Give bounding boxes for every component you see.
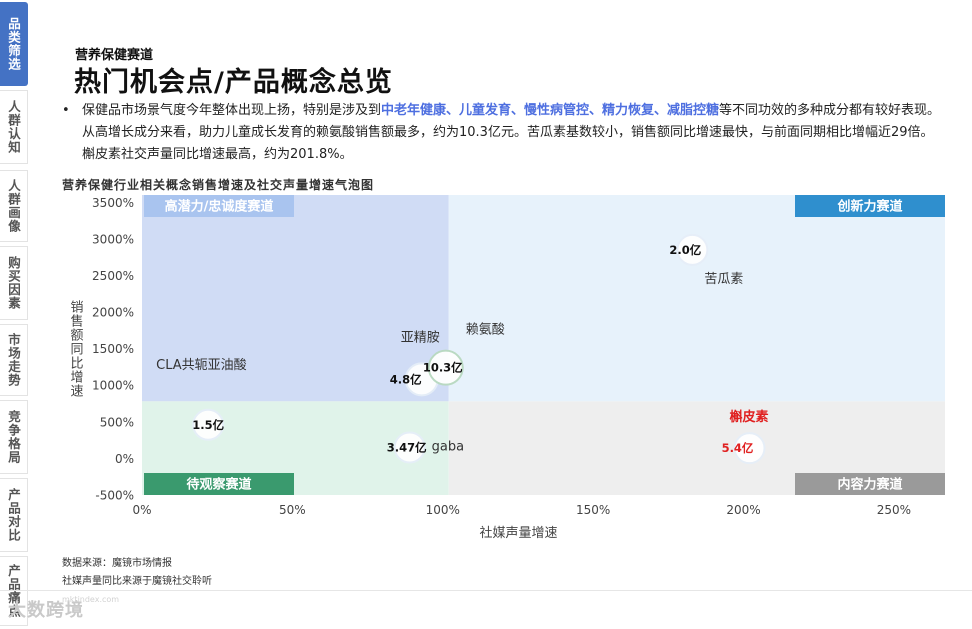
y-tick-label: 1500% xyxy=(92,342,134,356)
y-axis-label: 销售额同比增速 xyxy=(68,300,84,398)
bubble-value-label: 4.8亿 xyxy=(390,372,422,386)
bubble-chart: 高潜力/忠诚度赛道 创新力赛道待观察赛道 内容力赛道-500%0%500%1000%… xyxy=(68,195,945,541)
y-tick-label: 2500% xyxy=(92,269,134,283)
bubble-value-label: 2.0亿 xyxy=(669,243,701,257)
y-tick-label: 3000% xyxy=(92,232,134,246)
y-tick-label: 2000% xyxy=(92,306,134,320)
y-tick-label: 1000% xyxy=(92,379,134,393)
x-tick-label: 50% xyxy=(279,503,306,517)
bubble-value-label: 3.47亿 xyxy=(387,440,427,454)
bubble-name-label: 苦瓜素 xyxy=(704,271,743,287)
quadrant-label-top-left: 高潜力/忠诚度赛道 xyxy=(165,199,274,215)
x-tick-label: 250% xyxy=(877,503,911,517)
x-tick-label: 200% xyxy=(726,503,760,517)
y-tick-label: -500% xyxy=(95,489,134,503)
x-tick-label: 150% xyxy=(576,503,610,517)
bubble-name-label: CLA共轭亚油酸 xyxy=(156,357,247,373)
social-source-note: 社媒声量同比来源于魔镜社交聆听 xyxy=(62,576,212,587)
y-tick-label: 0% xyxy=(115,452,134,466)
data-source-note: 数据来源：魔镜市场情报 xyxy=(62,558,172,569)
bubble-name-label: 槲皮素 xyxy=(730,409,769,425)
bubble-name-label: 亚精胺 xyxy=(401,330,440,345)
quadrant-label-bottom-right: 内容力赛道 xyxy=(837,477,902,493)
bubble-value-label: 1.5亿 xyxy=(192,418,224,432)
quadrant-label-top-right: 创新力赛道 xyxy=(836,199,902,215)
x-axis-label: 社媒声量增速 xyxy=(479,525,557,541)
bubble-name-label: gaba xyxy=(432,439,464,454)
quadrant-top-right xyxy=(448,195,945,402)
watermark-url: mktindex.com xyxy=(62,595,120,604)
bubble-value-label: 10.3亿 xyxy=(423,361,463,375)
y-tick-label: 500% xyxy=(100,415,134,429)
quadrant-label-bottom-left: 待观察赛道 xyxy=(185,477,251,493)
y-tick-label: 3500% xyxy=(92,196,134,210)
bubble-name-label: 赖氨酸 xyxy=(466,323,505,338)
x-tick-label: 100% xyxy=(426,503,460,517)
footer-divider xyxy=(0,590,972,591)
x-tick-label: 0% xyxy=(132,503,151,517)
bubble-value-label: 5.4亿 xyxy=(722,441,754,455)
